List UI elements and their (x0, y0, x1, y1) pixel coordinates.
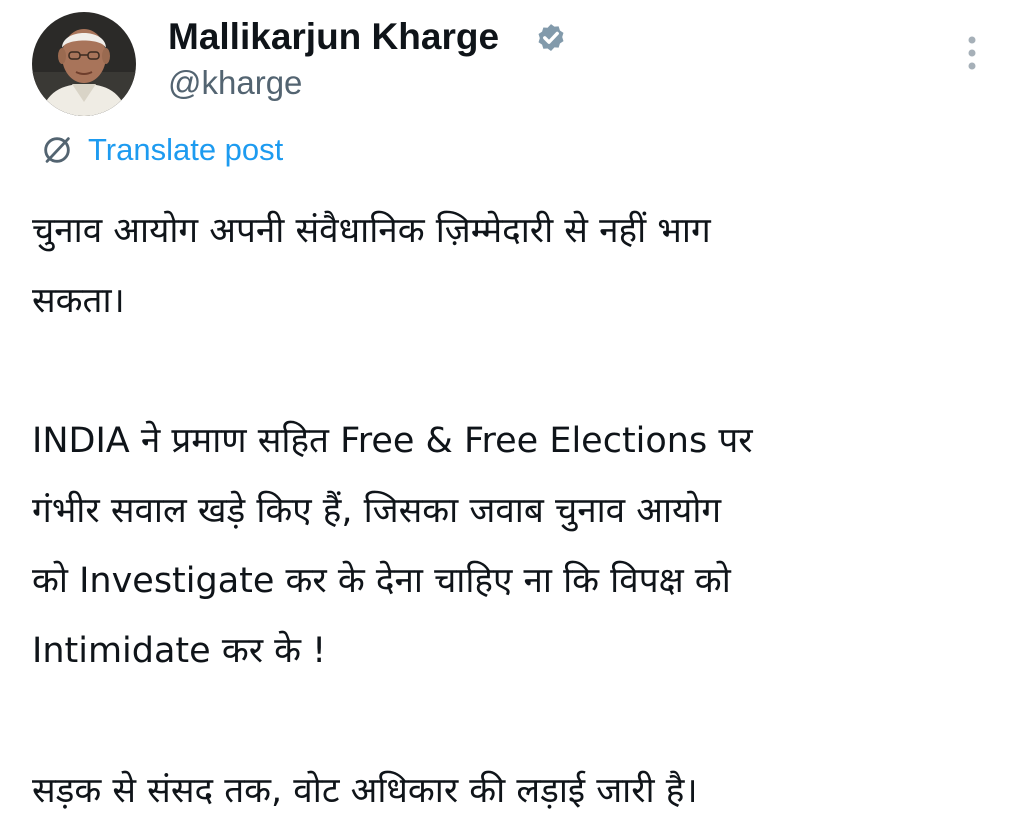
post-line: को Investigate कर के देना चाहिए ना कि वि… (32, 561, 731, 601)
more-options-button[interactable] (952, 28, 992, 80)
globe-icon (44, 137, 70, 163)
post-line: चुनाव आयोग अपनी संवैधानिक ज़िम्मेदारी से… (32, 211, 711, 251)
verified-badge-icon[interactable] (534, 22, 568, 56)
author-display-name[interactable]: Mallikarjun Kharge (168, 14, 499, 60)
author-handle[interactable]: @kharge (168, 62, 302, 104)
author-avatar[interactable] (32, 12, 136, 116)
profile-photo-icon (32, 12, 136, 116)
post-body: चुनाव आयोग अपनी संवैधानिक ज़िम्मेदारी से… (32, 196, 992, 826)
post-line: INDIA ने प्रमाण सहित Free & Free Electio… (32, 421, 753, 461)
translate-post-label[interactable]: Translate post (88, 132, 283, 168)
post-line: गंभीर सवाल खड़े किए हैं, जिसका जवाब चुना… (32, 491, 722, 531)
post-line: सकता। (32, 281, 125, 321)
translate-post-link[interactable]: Translate post (40, 130, 283, 170)
post-line: सड़क से संसद तक, वोट अधिकार की लड़ाई जार… (32, 771, 698, 811)
post-card: Mallikarjun Kharge @kharge Translate pos… (0, 0, 1024, 832)
vertical-ellipsis-icon (968, 36, 976, 70)
post-line: Intimidate कर के ! (32, 631, 327, 671)
